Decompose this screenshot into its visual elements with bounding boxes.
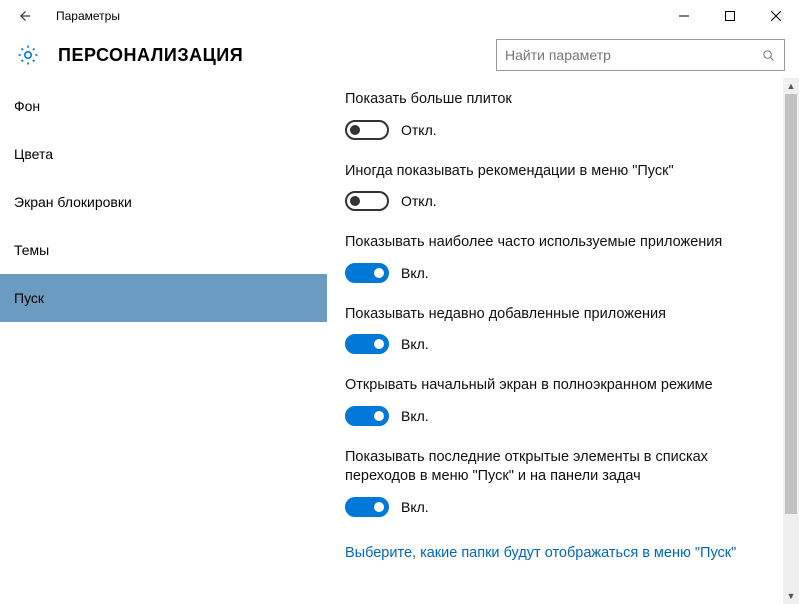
toggle-row: Вкл. bbox=[345, 497, 775, 517]
close-button[interactable] bbox=[753, 0, 799, 32]
setting-most-used: Показывать наиболее часто используемые п… bbox=[345, 233, 775, 283]
toggle-state: Вкл. bbox=[401, 499, 429, 515]
toggle-knob bbox=[374, 268, 384, 278]
header-row: ПЕРСОНАЛИЗАЦИЯ bbox=[0, 32, 799, 78]
sidebar-item-lockscreen[interactable]: Экран блокировки bbox=[0, 178, 327, 226]
scroll-up-icon[interactable]: ▲ bbox=[783, 78, 799, 94]
toggle-state: Откл. bbox=[401, 193, 437, 209]
scrollbar-thumb[interactable] bbox=[785, 94, 797, 514]
sidebar-item-label: Цвета bbox=[14, 146, 53, 162]
choose-folders-link[interactable]: Выберите, какие папки будут отображаться… bbox=[345, 545, 736, 561]
setting-fullscreen: Открывать начальный экран в полноэкранно… bbox=[345, 376, 775, 426]
setting-recently-added: Показывать недавно добавленные приложени… bbox=[345, 305, 775, 355]
sidebar: Фон Цвета Экран блокировки Темы Пуск bbox=[0, 78, 327, 604]
toggle-knob bbox=[374, 339, 384, 349]
toggle-knob bbox=[374, 502, 384, 512]
minimize-icon bbox=[679, 11, 689, 21]
toggle-suggestions[interactable] bbox=[345, 191, 389, 211]
toggle-row: Откл. bbox=[345, 120, 775, 140]
toggle-state: Вкл. bbox=[401, 336, 429, 352]
sidebar-item-label: Темы bbox=[14, 242, 49, 258]
sidebar-item-themes[interactable]: Темы bbox=[0, 226, 327, 274]
toggle-fullscreen[interactable] bbox=[345, 406, 389, 426]
toggle-knob bbox=[350, 196, 360, 206]
toggle-row: Вкл. bbox=[345, 406, 775, 426]
toggle-row: Вкл. bbox=[345, 334, 775, 354]
toggle-state: Вкл. bbox=[401, 408, 429, 424]
setting-jumplist: Показывать последние открытые элементы в… bbox=[345, 448, 775, 517]
toggle-more-tiles[interactable] bbox=[345, 120, 389, 140]
toggle-state: Вкл. bbox=[401, 265, 429, 281]
main-panel: Показать больше плиток Откл. Иногда пока… bbox=[327, 78, 799, 604]
sidebar-item-start[interactable]: Пуск bbox=[0, 274, 327, 322]
search-icon bbox=[761, 48, 776, 63]
setting-label: Открывать начальный экран в полноэкранно… bbox=[345, 376, 745, 396]
setting-label: Показать больше плиток bbox=[345, 90, 745, 110]
setting-label: Показывать недавно добавленные приложени… bbox=[345, 305, 745, 325]
sidebar-item-colors[interactable]: Цвета bbox=[0, 130, 327, 178]
toggle-row: Откл. bbox=[345, 191, 775, 211]
window-controls bbox=[661, 0, 799, 32]
setting-label: Показывать последние открытые элементы в… bbox=[345, 448, 745, 487]
setting-more-tiles: Показать больше плиток Откл. bbox=[345, 90, 775, 140]
toggle-state: Откл. bbox=[401, 122, 437, 138]
setting-label: Иногда показывать рекомендации в меню "П… bbox=[345, 162, 745, 182]
sidebar-item-label: Фон bbox=[14, 98, 40, 114]
maximize-button[interactable] bbox=[707, 0, 753, 32]
toggle-most-used[interactable] bbox=[345, 263, 389, 283]
minimize-button[interactable] bbox=[661, 0, 707, 32]
toggle-recently-added[interactable] bbox=[345, 334, 389, 354]
search-box[interactable] bbox=[496, 39, 785, 71]
titlebar: Параметры bbox=[0, 0, 799, 32]
category-title: ПЕРСОНАЛИЗАЦИЯ bbox=[58, 45, 243, 66]
sidebar-item-label: Пуск bbox=[14, 290, 44, 306]
close-icon bbox=[771, 11, 781, 21]
back-button[interactable] bbox=[0, 0, 48, 32]
search-input[interactable] bbox=[505, 47, 761, 63]
gear-icon bbox=[16, 43, 40, 67]
maximize-icon bbox=[725, 11, 735, 21]
window-title: Параметры bbox=[56, 9, 120, 23]
scrollbar[interactable]: ▲ ▼ bbox=[783, 78, 799, 604]
toggle-row: Вкл. bbox=[345, 263, 775, 283]
toggle-knob bbox=[350, 125, 360, 135]
sidebar-item-background[interactable]: Фон bbox=[0, 82, 327, 130]
scroll-down-icon[interactable]: ▼ bbox=[783, 588, 799, 604]
toggle-knob bbox=[374, 411, 384, 421]
back-arrow-icon bbox=[15, 7, 33, 25]
sidebar-item-label: Экран блокировки bbox=[14, 194, 132, 210]
setting-label: Показывать наиболее часто используемые п… bbox=[345, 233, 745, 253]
setting-suggestions: Иногда показывать рекомендации в меню "П… bbox=[345, 162, 775, 212]
content-area: Фон Цвета Экран блокировки Темы Пуск Пок… bbox=[0, 78, 799, 604]
toggle-jumplist[interactable] bbox=[345, 497, 389, 517]
